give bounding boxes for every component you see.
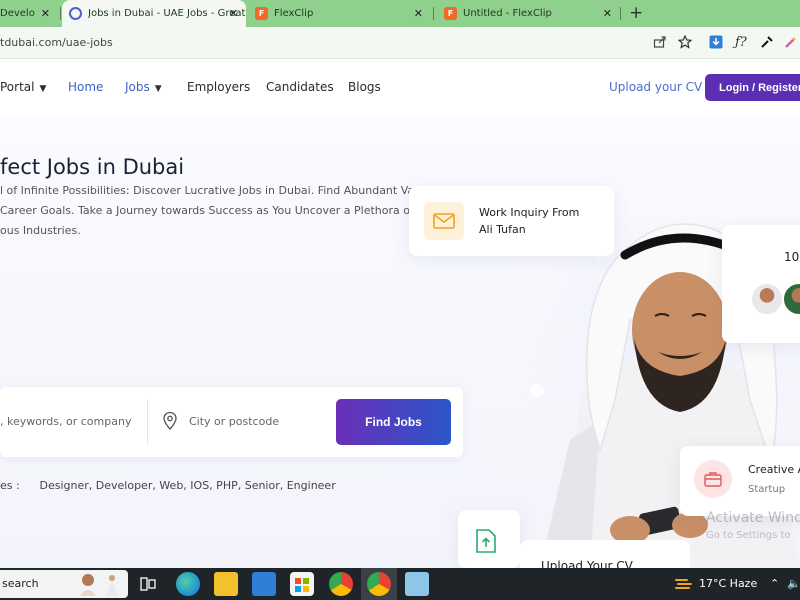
nav-label: Portal (0, 80, 35, 94)
upload-file-icon (476, 529, 496, 553)
site-header: Portal ▼ Home Jobs ▼ Employers Candidates … (0, 60, 800, 116)
mail-icon-box (424, 202, 464, 240)
weather-status[interactable]: 17°C Haze (699, 577, 757, 590)
upload-cv-link[interactable]: Upload your CV (609, 80, 702, 94)
browser-tab[interactable]: F FlexClip ✕ (255, 0, 431, 27)
browser-tab[interactable]: Develo ✕ (0, 0, 58, 27)
tab-title: Jobs in Dubai - UAE Jobs - Great (88, 8, 246, 19)
briefcase-icon (704, 472, 722, 487)
windows-taskbar: search 17°C Haze ⌃ 🔈 (0, 568, 800, 600)
browser-tab[interactable]: F Untitled - FlexClip ✕ (444, 0, 620, 27)
nav-item-home[interactable]: Home (68, 80, 103, 94)
function-icon[interactable]: ƒ? (735, 35, 747, 50)
activate-windows-subtext: Go to Settings to (706, 530, 791, 541)
nav-item-employers[interactable]: Employers (187, 80, 250, 94)
extension-icon[interactable] (784, 35, 798, 49)
star-icon[interactable] (678, 35, 692, 49)
nav-item-blogs[interactable]: Blogs (348, 80, 381, 94)
activate-windows-watermark: Activate Windo (706, 510, 800, 526)
candidates-count: 10k (784, 250, 800, 264)
nav-item-jobs[interactable]: Jobs ▼ (125, 80, 162, 94)
taskbar-search[interactable]: search (0, 570, 128, 598)
chevron-down-icon: ▼ (39, 84, 47, 94)
tab-title: Untitled - FlexClip (463, 8, 552, 19)
close-tab-icon[interactable]: ✕ (41, 7, 50, 20)
address-bar: tdubai.com/uae-jobs ƒ? (0, 27, 800, 59)
popular-searches-label: es : (0, 479, 20, 492)
city-input[interactable]: City or postcode (189, 415, 279, 428)
task-view-icon[interactable] (140, 576, 156, 592)
upload-icon-card (458, 510, 520, 568)
search-highlight-image (80, 574, 118, 596)
store-grid-icon (295, 578, 309, 592)
haze-weather-icon (675, 579, 692, 589)
volume-icon[interactable]: 🔈 (787, 577, 800, 590)
chrome-profile-icon[interactable] (367, 572, 391, 596)
mail-icon (433, 213, 455, 229)
taskbar-search-label: search (2, 577, 39, 590)
tab-title: FlexClip (274, 8, 314, 19)
nav-item-portal[interactable]: Portal ▼ (0, 80, 46, 94)
creative-job-card: Creative A Startup (680, 446, 800, 516)
edge-icon[interactable] (176, 572, 200, 596)
nav-item-candidates[interactable]: Candidates (266, 80, 334, 94)
creative-job-title: Creative A (748, 463, 800, 476)
hero-description-line: Career Goals. Take a Journey towards Suc… (0, 204, 511, 217)
url-field[interactable]: tdubai.com/uae-jobs (0, 36, 113, 49)
login-register-button[interactable]: Login / Register (705, 74, 800, 101)
chevron-down-icon: ▼ (154, 84, 162, 94)
chrome-icon[interactable] (329, 572, 353, 596)
avatar (750, 282, 784, 316)
work-inquiry-name: Ali Tufan (479, 223, 526, 236)
tab-separator (433, 7, 434, 20)
site-favicon-icon (69, 7, 82, 20)
creative-job-company: Startup (748, 484, 786, 495)
work-inquiry-card: Work Inquiry From Ali Tufan (409, 186, 614, 256)
work-inquiry-title: Work Inquiry From (479, 206, 580, 219)
hero-description-line: l of Infinite Possibilities: Discover Lu… (0, 184, 491, 197)
briefcase-icon-box (694, 460, 732, 498)
notepad-icon[interactable] (405, 572, 429, 596)
work-inquiry-text: Work Inquiry From Ali Tufan (479, 204, 609, 238)
close-tab-icon[interactable]: ✕ (229, 7, 238, 20)
search-divider (147, 399, 148, 445)
location-pin-icon (163, 411, 177, 430)
browser-tabstrip: Develo ✕ Jobs in Dubai - UAE Jobs - Grea… (0, 0, 800, 27)
eyedropper-icon[interactable] (760, 35, 774, 49)
file-explorer-icon[interactable] (214, 572, 238, 596)
popular-search-tags[interactable]: Designer, Developer, Web, IOS, PHP, Seni… (40, 479, 336, 492)
job-search-box: , keywords, or company City or postcode … (0, 387, 463, 457)
find-jobs-button[interactable]: Find Jobs (336, 399, 451, 445)
hero-title: fect Jobs in Dubai (0, 155, 185, 179)
hero-description: l of Infinite Possibilities: Discover Lu… (0, 181, 511, 241)
flexclip-favicon-icon: F (255, 7, 268, 20)
popular-searches: es : Designer, Developer, Web, IOS, PHP,… (0, 479, 336, 492)
avatar (782, 282, 800, 316)
nav-label: Jobs (125, 80, 150, 94)
hero-description-line: ous Industries. (0, 224, 81, 237)
mail-app-icon[interactable] (252, 572, 276, 596)
download-icon[interactable] (709, 35, 723, 49)
browser-tab-active[interactable]: Jobs in Dubai - UAE Jobs - Great ✕ (62, 0, 246, 27)
candidates-count-card: 10k (722, 225, 800, 343)
microsoft-store-icon[interactable] (290, 572, 314, 596)
new-tab-icon[interactable]: + (629, 3, 643, 23)
keywords-input[interactable]: , keywords, or company (0, 415, 131, 428)
chevron-up-icon[interactable]: ⌃ (770, 577, 779, 590)
close-tab-icon[interactable]: ✕ (603, 7, 612, 20)
flexclip-favicon-icon: F (444, 7, 457, 20)
tab-separator (60, 7, 61, 20)
tab-separator (620, 7, 621, 20)
close-tab-icon[interactable]: ✕ (414, 7, 423, 20)
share-icon[interactable] (653, 35, 667, 49)
